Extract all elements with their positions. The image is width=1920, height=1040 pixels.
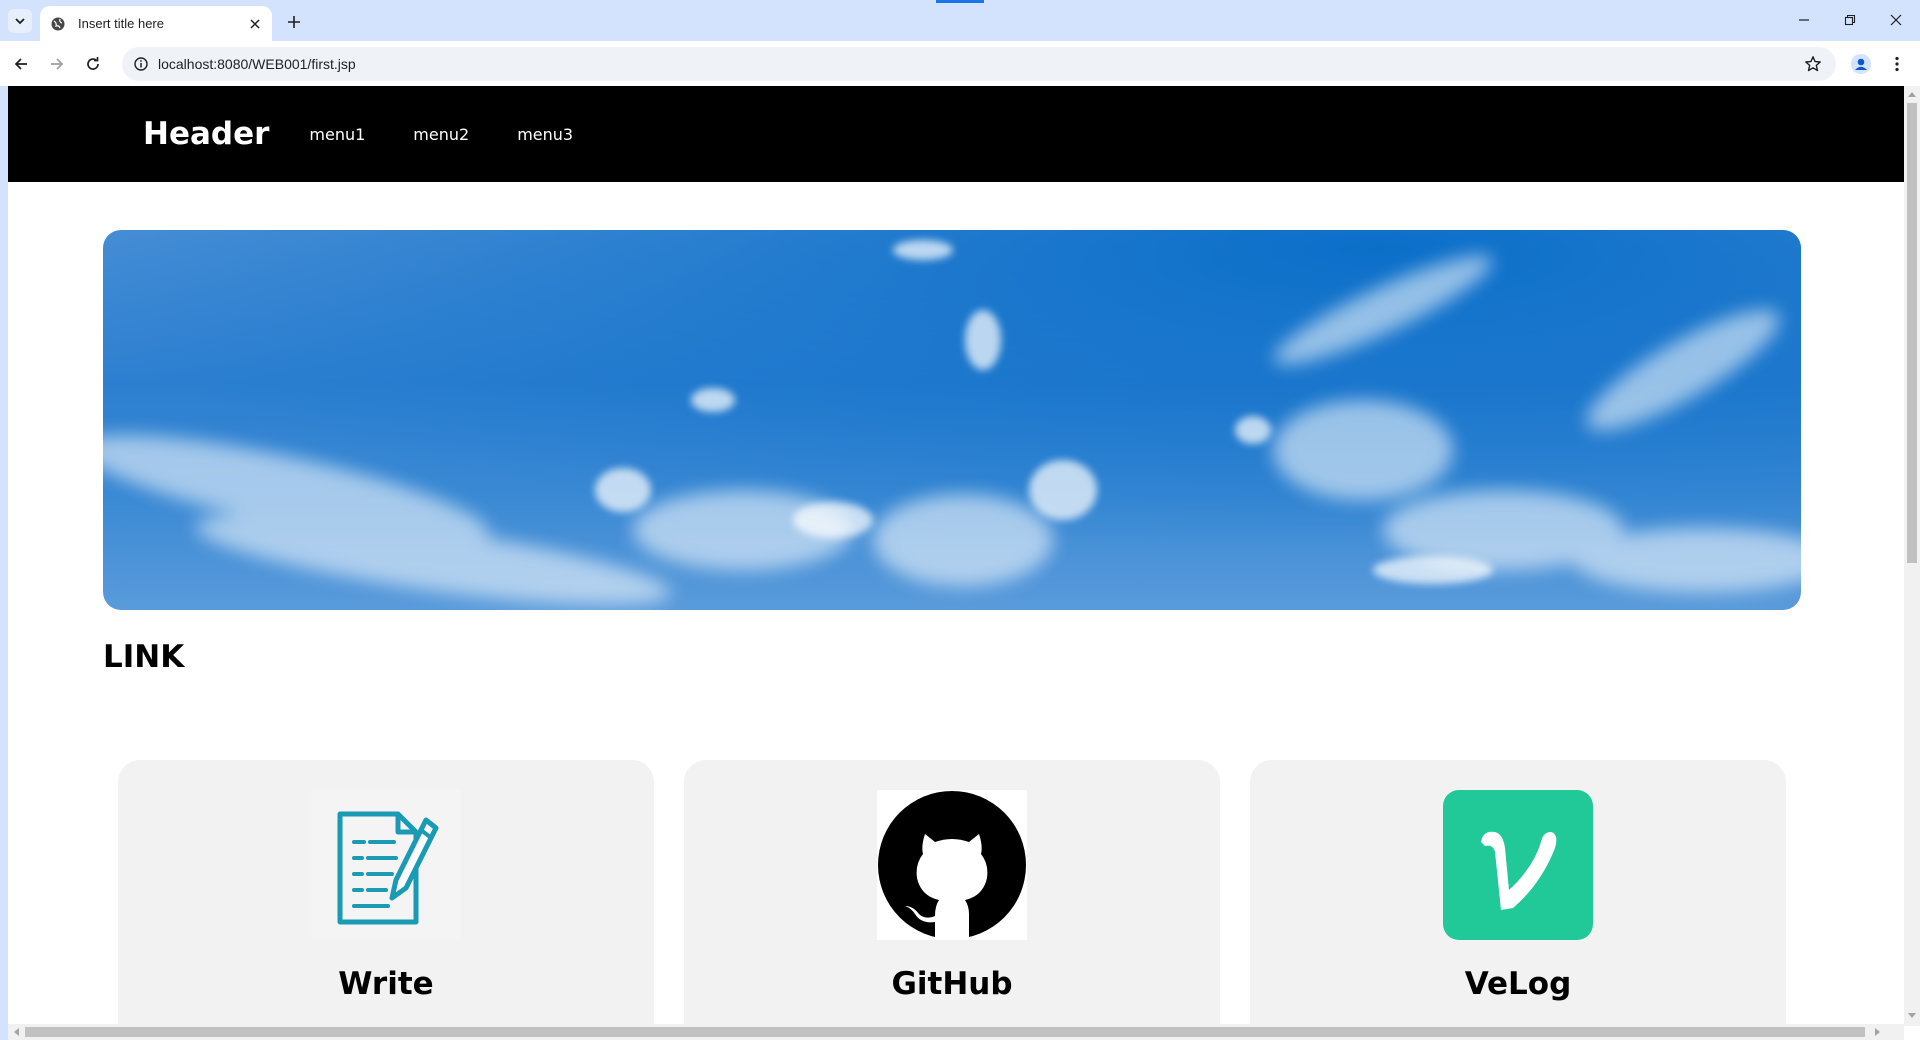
bookmark-star-icon[interactable]: [1798, 49, 1828, 79]
globe-icon: [50, 16, 66, 32]
address-bar[interactable]: localhost:8080/WEB001/first.jsp: [122, 47, 1836, 81]
browser-toolbar: localhost:8080/WEB001/first.jsp: [0, 41, 1920, 86]
horizontal-scroll-thumb[interactable]: [25, 1027, 1865, 1037]
forward-arrow-icon: [51, 58, 64, 70]
scroll-right-icon[interactable]: [1870, 1024, 1886, 1040]
card-github[interactable]: GitHub: [684, 760, 1220, 1040]
card-write[interactable]: Write: [118, 760, 654, 1040]
back-button[interactable]: [6, 49, 36, 79]
scroll-left-icon[interactable]: [8, 1024, 24, 1040]
back-arrow-icon: [14, 58, 27, 70]
reload-icon: [87, 57, 99, 70]
restore-icon: [1844, 14, 1856, 26]
site-logo[interactable]: Header: [143, 116, 269, 152]
github-icon: [877, 790, 1027, 940]
nav-menu2[interactable]: menu2: [413, 125, 469, 144]
close-window-button[interactable]: [1873, 0, 1919, 40]
url-text[interactable]: localhost:8080/WEB001/first.jsp: [158, 56, 1798, 72]
nav-menu3[interactable]: menu3: [517, 125, 573, 144]
close-tab-icon[interactable]: [244, 13, 266, 35]
vertical-scroll-thumb[interactable]: [1907, 103, 1917, 563]
scroll-up-icon[interactable]: [1904, 86, 1920, 102]
link-cards: Write GitHub VeLog: [118, 760, 1798, 1040]
close-icon: [1890, 14, 1902, 26]
horizontal-scrollbar[interactable]: [8, 1024, 1904, 1040]
scroll-down-icon[interactable]: [1904, 1008, 1920, 1024]
card-label-github: GitHub: [891, 966, 1013, 1002]
card-velog[interactable]: VeLog: [1250, 760, 1786, 1040]
vertical-scrollbar[interactable]: [1904, 86, 1920, 1026]
browser-menu-button[interactable]: [1882, 49, 1912, 79]
browser-tab[interactable]: Insert title here: [40, 6, 272, 41]
site-header: Header menu1 menu2 menu3: [8, 86, 1904, 182]
document-pen-icon: [311, 790, 461, 940]
hero-sky-image: [103, 230, 1801, 610]
minimize-icon: [1799, 19, 1809, 21]
reload-button[interactable]: [78, 49, 108, 79]
card-label-velog: VeLog: [1464, 966, 1572, 1002]
restore-button[interactable]: [1827, 0, 1873, 40]
profile-button[interactable]: [1846, 49, 1876, 79]
new-tab-button[interactable]: [280, 8, 308, 36]
site-info-icon[interactable]: [130, 53, 152, 75]
minimize-button[interactable]: [1781, 0, 1827, 40]
kebab-menu-icon: [1895, 56, 1899, 72]
tab-loading-indicator: [936, 0, 984, 3]
tab-search-button[interactable]: [8, 9, 32, 33]
page-viewport: Header menu1 menu2 menu3 LINK Write GitH…: [8, 86, 1920, 1040]
chevron-down-icon: [15, 18, 25, 25]
section-title: LINK: [103, 639, 185, 675]
velog-icon: [1443, 790, 1593, 940]
avatar-icon: [1851, 54, 1871, 74]
plus-icon: [288, 16, 300, 28]
card-label-write: Write: [338, 966, 434, 1002]
tab-strip: Insert title here: [0, 0, 1920, 41]
nav-menu1[interactable]: menu1: [309, 125, 365, 144]
site-nav: menu1 menu2 menu3: [309, 125, 621, 144]
tab-title: Insert title here: [78, 16, 164, 31]
forward-button[interactable]: [42, 49, 72, 79]
